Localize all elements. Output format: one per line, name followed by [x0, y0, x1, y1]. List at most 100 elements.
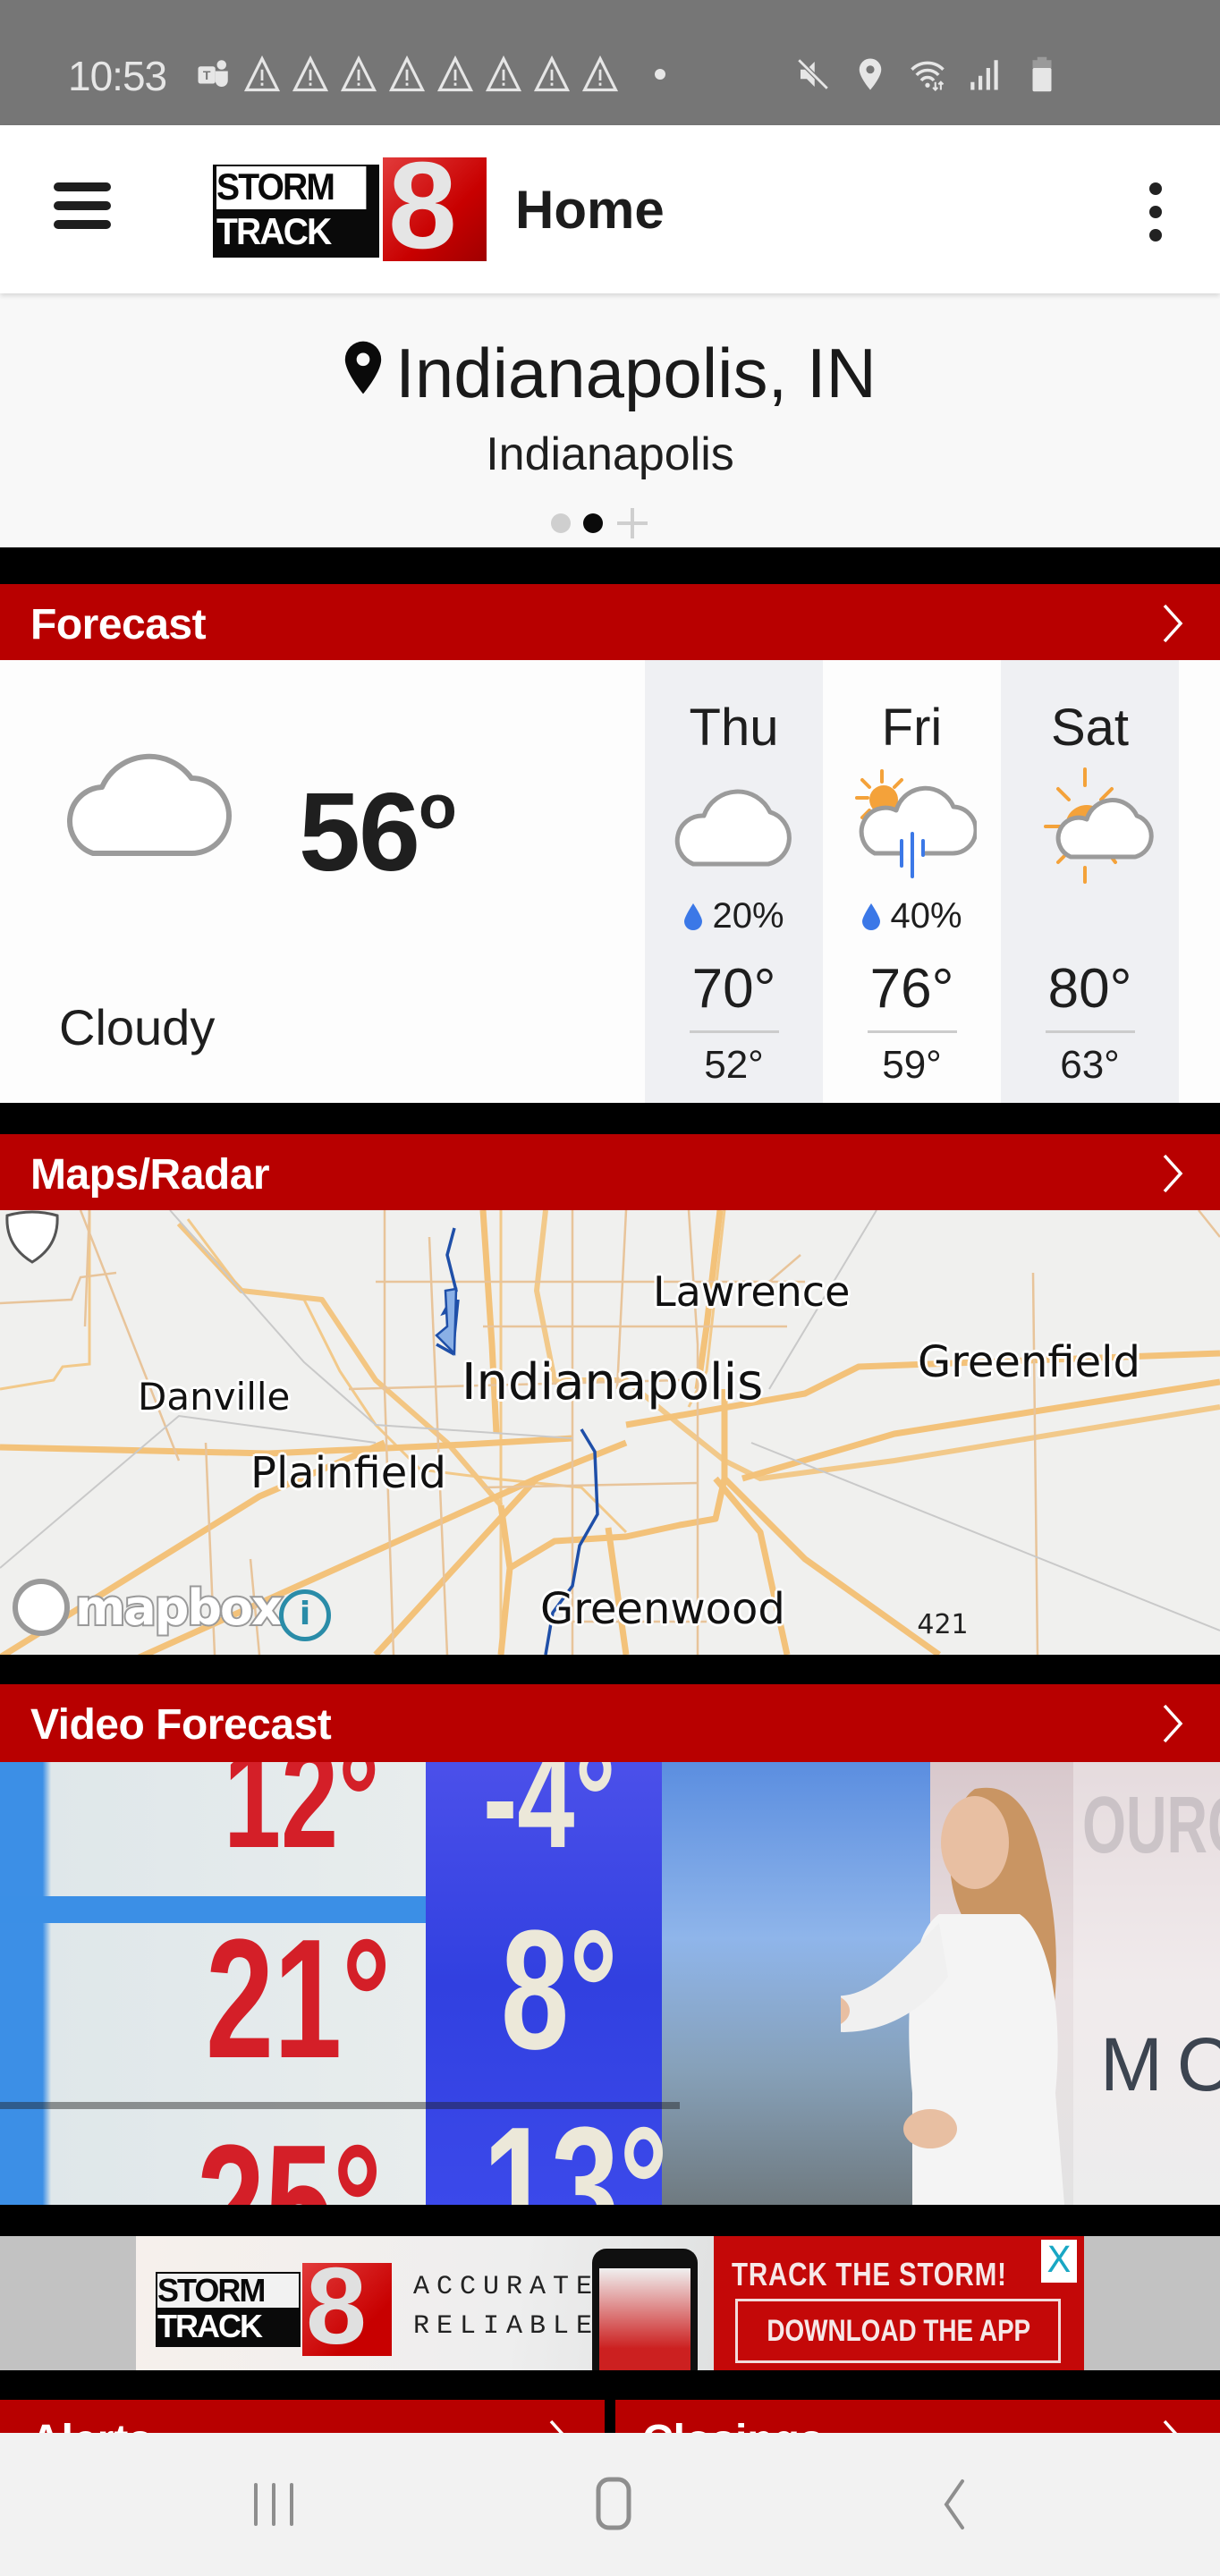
teams-icon: T — [195, 55, 233, 93]
chevron-right-icon — [1163, 1704, 1183, 1743]
storm-track-8-logo: STORM TRACK 8 — [213, 143, 487, 268]
status-bar: 10:53 T — [0, 0, 1220, 125]
forecast-day-sat[interactable]: Sat 80° 63° — [1001, 660, 1179, 1103]
route-number: 421 — [917, 1609, 969, 1640]
status-time: 10:53 — [68, 53, 167, 99]
location-name: Indianapolis, IN — [395, 334, 877, 412]
more-notifications-dot-icon — [655, 69, 665, 80]
temp-divider — [690, 1030, 779, 1033]
map-label-indianapolis: Indianapolis — [462, 1353, 764, 1411]
map-label-lawrence: Lawrence — [653, 1267, 851, 1316]
ad-banner-row: STORM TRACK 8 ACCURATE. RELIABLE. TRACK … — [0, 2236, 1220, 2370]
location-header[interactable]: Indianapolis, IN Indianapolis — [0, 293, 1220, 547]
mapbox-logo-icon — [13, 1579, 70, 1636]
back-button[interactable] — [919, 2476, 991, 2533]
battery-icon — [1023, 55, 1061, 93]
alert-icon — [436, 55, 474, 93]
low-temp: 63° — [1060, 1043, 1120, 1087]
video-text-temp-2: 21° — [206, 1904, 391, 2094]
video-forecast-section-header[interactable]: Video Forecast — [0, 1684, 1220, 1762]
ad-close-button[interactable]: X — [1041, 2240, 1077, 2283]
forecast-day-thu[interactable]: Thu 20% 70° 52° — [645, 660, 823, 1103]
precip-chance: 20% — [645, 896, 823, 936]
ad-banner[interactable]: STORM TRACK 8 ACCURATE. RELIABLE. TRACK … — [136, 2236, 1084, 2370]
forecast-panel[interactable]: 56o Cloudy Thu 20% 70° 52° Fri 40% 76° 5… — [0, 660, 1220, 1103]
page-title: Home — [515, 180, 665, 240]
low-temp: 52° — [704, 1043, 764, 1087]
location-subtitle: Indianapolis — [486, 428, 734, 480]
chevron-right-icon — [1163, 2419, 1178, 2433]
app-bar: STORM TRACK 8 Home — [0, 125, 1220, 293]
mapbox-attribution[interactable]: mapbox — [13, 1578, 284, 1638]
video-text-temp-4: -4° — [483, 1762, 616, 1877]
forecast-header-label: Forecast — [30, 601, 207, 648]
rain-drop-icon — [862, 902, 881, 930]
ad-storm-track-logo: STORM TRACK 8 — [156, 2250, 397, 2361]
alert-icon — [388, 55, 426, 93]
high-temp: 76° — [869, 958, 954, 1020]
menu-button[interactable] — [54, 182, 111, 236]
alert-icon — [340, 55, 377, 93]
day-name: Sat — [1050, 699, 1130, 757]
partly-sunny-icon — [1044, 767, 1154, 884]
logo-cube: 8 — [383, 143, 487, 268]
svg-text:T: T — [203, 68, 211, 82]
recents-button[interactable] — [238, 2476, 309, 2533]
map-label-danville: Danville — [138, 1375, 291, 1419]
temp-divider — [868, 1030, 957, 1033]
ad-download-button[interactable]: DOWNLOAD THE APP — [735, 2299, 1061, 2363]
more-options-button[interactable] — [1145, 182, 1166, 242]
logo-number: 8 — [388, 137, 457, 275]
map-label-plainfield: Plainfield — [250, 1448, 447, 1498]
back-icon — [944, 2479, 964, 2529]
day-name: Thu — [689, 699, 779, 757]
recents-icon — [254, 2483, 293, 2526]
system-icons — [794, 55, 1061, 93]
sun-cloud-rain-icon — [855, 769, 977, 878]
temp-divider — [1046, 1030, 1135, 1033]
mapbox-wordmark: mapbox — [73, 1578, 284, 1638]
alerts-section-header[interactable]: Alerts — [0, 2400, 605, 2433]
ad-call-to-action[interactable]: TRACK THE STORM! DOWNLOAD THE APP — [714, 2236, 1084, 2370]
map-info-button[interactable]: i — [279, 1589, 331, 1641]
video-header-label: Video Forecast — [30, 1701, 332, 1749]
add-location-plus-icon[interactable] — [615, 506, 649, 540]
us-route-shield-icon — [5, 1210, 59, 1264]
alert-icon — [533, 55, 571, 93]
wifi-icon — [909, 55, 946, 93]
video-text-temp-1: 12° — [224, 1762, 380, 1877]
alert-icon — [485, 55, 522, 93]
location-title: Indianapolis, IN — [0, 333, 1220, 414]
video-text-more: MOR — [1100, 2022, 1220, 2106]
precip-chance: 40% — [823, 896, 1001, 936]
map-label-greenfield: Greenfield — [918, 1337, 1140, 1387]
forecast-day-fri[interactable]: Fri 40% 76° 59° — [823, 660, 1001, 1103]
ad-phone-image — [592, 2249, 698, 2370]
video-text-temp-6: 13° — [483, 2092, 668, 2205]
chevron-right-icon — [1163, 604, 1183, 643]
low-temp: 59° — [882, 1043, 942, 1087]
rain-drop-icon — [684, 902, 703, 930]
day-name: Fri — [881, 699, 943, 757]
location-pager — [551, 506, 649, 540]
ad-headline: TRACK THE STORM! — [732, 2256, 1007, 2292]
logo-text-track: TRACK — [216, 210, 332, 252]
home-button[interactable] — [578, 2476, 649, 2533]
maps-header-label: Maps/Radar — [30, 1151, 270, 1199]
cloud-icon — [67, 753, 232, 856]
alert-icon — [243, 55, 281, 93]
chevron-right-icon — [549, 2419, 564, 2433]
closings-section-header[interactable]: Closings — [615, 2400, 1220, 2433]
current-temperature: 56o — [299, 771, 457, 894]
overflow-dot-icon — [1149, 182, 1162, 195]
video-text-temp-5: 8° — [501, 1895, 618, 2085]
signal-icon — [966, 55, 1004, 93]
forecast-section-header[interactable]: Forecast — [0, 584, 1220, 660]
video-text-temp-3: 25° — [197, 2110, 382, 2205]
page-indicator-2-active[interactable] — [583, 513, 603, 533]
radar-map[interactable]: Lawrence Greenfield Danville Indianapoli… — [0, 1210, 1220, 1655]
maps-radar-section-header[interactable]: Maps/Radar — [0, 1134, 1220, 1210]
video-forecast-thumbnail[interactable]: 12° 21° 25° -4° 8° 13° OURCE MOR — [0, 1762, 1220, 2205]
page-indicator-1[interactable] — [551, 513, 571, 533]
chevron-right-icon — [1163, 1154, 1183, 1193]
